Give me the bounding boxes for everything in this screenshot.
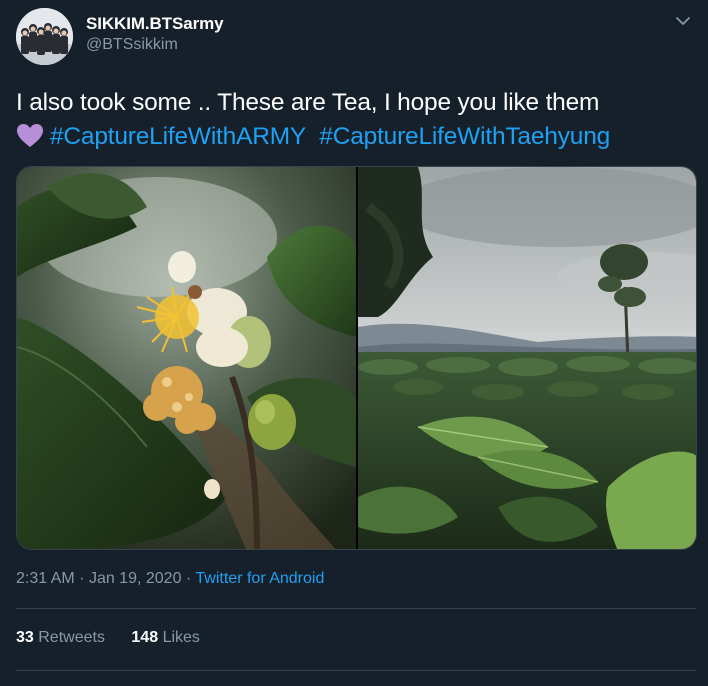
meta-separator: · — [185, 570, 192, 587]
tweet-date[interactable]: Jan 19, 2020 — [89, 570, 182, 587]
tweet: SIKKIM.BTSarmy @BTSsikkim I also took so… — [0, 0, 708, 686]
chevron-down-icon[interactable] — [672, 10, 694, 32]
tweet-time[interactable]: 2:31 AM — [16, 570, 75, 587]
likes-label: Likes — [162, 629, 200, 646]
tea-flower-photo[interactable] — [17, 167, 356, 549]
meta-separator: · — [79, 570, 85, 587]
tweet-meta: 2:31 AM · Jan 19, 2020 · Twitter for And… — [16, 570, 324, 588]
divider — [16, 608, 696, 609]
likes-count: 148 — [131, 629, 159, 646]
tweet-source-link[interactable]: Twitter for Android — [195, 570, 324, 587]
retweets-stat[interactable]: 33 Retweets — [16, 629, 105, 647]
author-display-name[interactable]: SIKKIM.BTSarmy — [86, 14, 224, 34]
author-handle[interactable]: @BTSsikkim — [86, 36, 178, 54]
tweet-stats: 33 Retweets 148 Likes — [16, 629, 222, 647]
tweet-body: I also took some .. These are Tea, I hop… — [16, 89, 600, 116]
media-grid — [16, 166, 697, 550]
divider — [16, 670, 696, 671]
likes-stat[interactable]: 148 Likes — [131, 629, 200, 647]
tea-plantation-photo[interactable] — [358, 167, 696, 549]
hashtag-link[interactable]: #CaptureLifeWithARMY — [50, 123, 306, 150]
retweets-label: Retweets — [38, 629, 105, 646]
retweets-count: 33 — [16, 629, 34, 646]
tweet-header: SIKKIM.BTSarmy @BTSsikkim — [16, 6, 696, 66]
tweet-text: I also took some .. These are Tea, I hop… — [16, 86, 700, 159]
hashtag-link[interactable]: #CaptureLifeWithTaehyung — [319, 123, 610, 150]
purple-heart-icon — [16, 123, 44, 159]
avatar[interactable] — [16, 8, 73, 65]
